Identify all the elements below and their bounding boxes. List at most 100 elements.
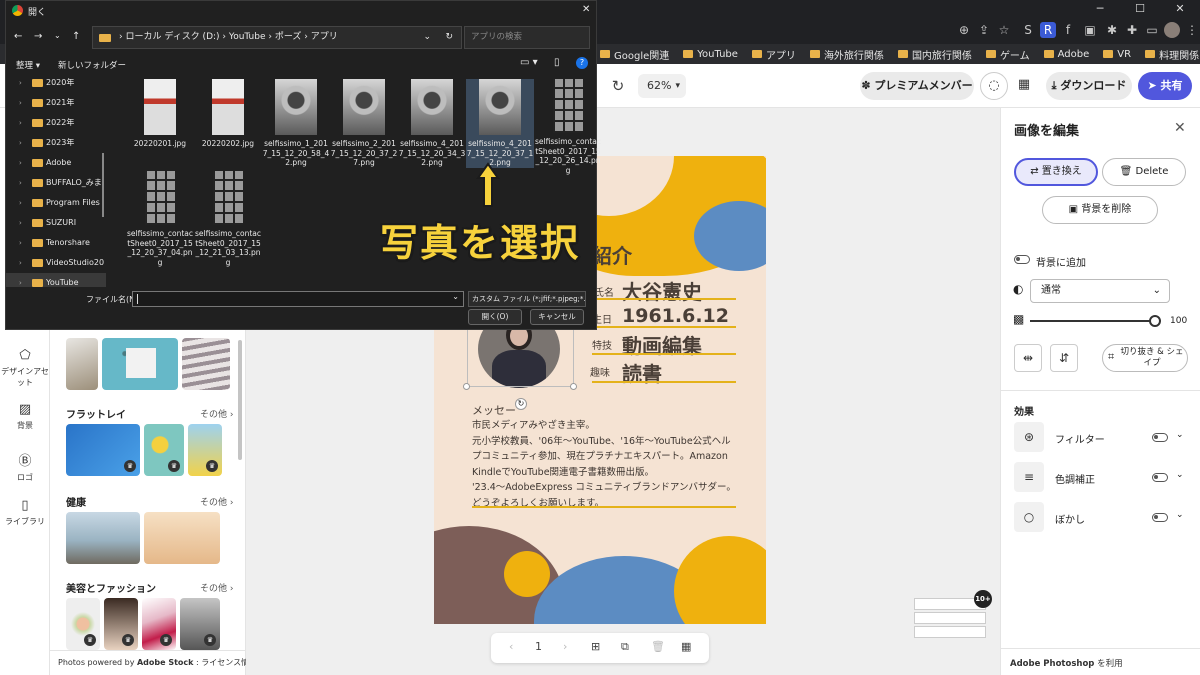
recent-dropdown-icon[interactable]: ⌄	[54, 31, 61, 40]
new-folder-button[interactable]: 新しいフォルダー	[58, 59, 126, 71]
asset-thumbnail[interactable]: ♛	[66, 598, 100, 650]
cancel-button[interactable]: キャンセル	[530, 309, 584, 325]
close-icon[interactable]: ✕	[1174, 120, 1186, 136]
tree-item[interactable]: › Tenorshare	[6, 233, 106, 253]
blend-mode-select[interactable]: 通常 ⌄	[1030, 279, 1170, 303]
tree-item[interactable]: › 2020年	[6, 73, 106, 93]
extension-s-icon[interactable]: S	[1020, 22, 1036, 38]
profile-avatar[interactable]	[1164, 22, 1180, 38]
tree-scrollbar[interactable]	[102, 153, 104, 217]
asset-thumbnail[interactable]: ♛	[180, 598, 220, 650]
tree-item-selected[interactable]: › YouTube	[6, 273, 106, 287]
extension-square-icon[interactable]: ▣	[1082, 22, 1098, 38]
breadcrumb-item[interactable]: YouTube	[229, 32, 266, 42]
breadcrumb-item[interactable]: アプリ	[311, 32, 338, 42]
premium-member-button[interactable]: ✽ プレミアムメンバー	[860, 72, 974, 100]
see-more-link[interactable]: その他 ›	[200, 581, 233, 594]
asset-thumbnail[interactable]: ♛	[66, 424, 140, 476]
forward-icon[interactable]: →	[34, 31, 42, 42]
panel-scrollbar[interactable]	[238, 340, 242, 460]
flip-horizontal-button[interactable]: ⇹	[1014, 344, 1042, 372]
asset-thumbnail[interactable]	[66, 338, 98, 390]
flip-vertical-button[interactable]: ⇵	[1050, 344, 1078, 372]
add-page-icon[interactable]: ⊞	[591, 640, 600, 653]
see-more-link[interactable]: その他 ›	[200, 407, 233, 420]
zoom-dropdown[interactable]: 62% ▾	[638, 74, 686, 98]
install-icon[interactable]: ⊕	[956, 22, 972, 38]
tree-item[interactable]: › 2021年	[6, 93, 106, 113]
open-button[interactable]: 開く(O)	[468, 309, 522, 325]
minimize-icon[interactable]: ─	[1080, 0, 1120, 18]
help-icon[interactable]: ?	[576, 57, 588, 69]
replace-button[interactable]: ⇄ 置き換え	[1014, 158, 1098, 186]
download-button[interactable]: ⤓ ダウンロード	[1046, 72, 1132, 100]
resize-handle[interactable]	[463, 383, 470, 390]
view-icon[interactable]: ▭ ▾	[520, 57, 538, 68]
file-item[interactable]: selfissimo_1_2017_15_12_20_58_42.png	[262, 79, 330, 168]
opacity-slider[interactable]	[1030, 320, 1154, 322]
remove-background-button[interactable]: ▣ 背景を削除	[1042, 196, 1158, 224]
selection-frame[interactable]	[467, 328, 574, 387]
ideas-bulb-button[interactable]: ◌	[980, 72, 1008, 100]
file-item-selected[interactable]: selfissimo_4_2017_15_12_20_37_12.png	[466, 79, 534, 168]
tree-item[interactable]: › VideoStudio20	[6, 253, 106, 273]
filetype-select[interactable]: カスタム ファイル (*;jfif;*.pjpeg;*.jp	[468, 291, 586, 307]
organize-menu[interactable]: 整理 ▾	[16, 59, 40, 71]
adjust-toggle[interactable]	[1152, 473, 1168, 482]
calendar-button[interactable]: ▦	[1010, 72, 1038, 100]
duplicate-page-icon[interactable]: ⧉	[621, 640, 629, 654]
extension-gear-icon[interactable]: ✱	[1104, 22, 1120, 38]
tree-item[interactable]: › Adobe	[6, 153, 106, 173]
tree-item[interactable]: › 2022年	[6, 113, 106, 133]
breadcrumb-item[interactable]: ローカル ディスク (D:)	[125, 32, 219, 42]
extension-f-icon[interactable]: f	[1060, 22, 1076, 38]
bookmark-item[interactable]: 国内旅行関係	[897, 47, 972, 62]
asset-thumbnail[interactable]	[144, 512, 220, 564]
rail-item-library[interactable]: ▯ ライブラリ	[0, 498, 50, 527]
file-item[interactable]: 20220202.jpg	[194, 79, 262, 149]
asset-thumbnail[interactable]: ♛	[144, 424, 184, 476]
asset-thumbnail[interactable]: ♛	[142, 598, 176, 650]
file-item[interactable]: 20220201.jpg	[126, 79, 194, 149]
preview-pane-icon[interactable]: ▯	[554, 57, 560, 68]
next-page-icon[interactable]: ›	[563, 640, 567, 653]
share-button[interactable]: ➤ 共有	[1138, 72, 1192, 100]
add-to-background-toggle[interactable]	[1014, 255, 1030, 264]
chevron-down-icon[interactable]: ⌄	[1176, 430, 1184, 440]
rotate-handle-icon[interactable]: ↻	[515, 398, 527, 410]
bookmark-item[interactable]: ゲーム	[985, 47, 1030, 62]
tree-item[interactable]: › Program Files	[6, 193, 106, 213]
rail-item-logo[interactable]: Ⓑ ロゴ	[0, 450, 50, 483]
bookmark-item[interactable]: アプリ	[751, 47, 796, 62]
bookmark-item[interactable]: Google関連	[600, 47, 669, 62]
close-window-icon[interactable]: ✕	[1160, 0, 1200, 18]
asset-thumbnail[interactable]: ♛	[188, 424, 222, 476]
sidepanel-icon[interactable]: ▭	[1144, 22, 1160, 38]
bookmark-item[interactable]: YouTube	[683, 49, 738, 60]
filter-toggle[interactable]	[1152, 433, 1168, 442]
opacity-slider-handle[interactable]	[1149, 315, 1161, 327]
chevron-down-icon[interactable]: ⌄	[452, 292, 459, 301]
tree-item[interactable]: › BUFFALO_みま	[6, 173, 106, 193]
extensions-puzzle-icon[interactable]: ✚	[1124, 22, 1140, 38]
chevron-down-icon[interactable]: ⌄	[423, 27, 431, 48]
bookmark-star-icon[interactable]: ☆	[996, 22, 1012, 38]
file-item[interactable]: selfissimo_2_2017_15_12_20_37_27.png	[330, 79, 398, 168]
bookmark-item[interactable]: 海外旅行関係	[809, 47, 884, 62]
file-item[interactable]: selfissimo_contactSheet0_2017_15_12_20_2…	[534, 79, 602, 175]
rail-item-background[interactable]: ▨ 背景	[0, 402, 50, 431]
blur-toggle[interactable]	[1152, 513, 1168, 522]
bookmark-item[interactable]: Adobe	[1043, 49, 1089, 60]
search-input[interactable]: アプリの検索	[464, 26, 590, 49]
close-icon[interactable]: ✕	[582, 4, 590, 15]
file-item[interactable]: selfissimo_contactSheet0_2017_15_12_20_3…	[126, 171, 194, 267]
up-icon[interactable]: ↑	[72, 31, 80, 42]
breadcrumb-item[interactable]: ポーズ	[275, 32, 302, 42]
asset-thumbnail[interactable]	[66, 512, 140, 564]
menu-kebab-icon[interactable]: ⋮	[1184, 22, 1200, 38]
path-bar[interactable]: › ローカル ディスク (D:) › YouTube › ポーズ › アプリ ⌄…	[92, 26, 462, 49]
share-page-icon[interactable]: ⇪	[976, 22, 992, 38]
asset-thumbnail[interactable]	[182, 338, 230, 390]
tree-item[interactable]: › 2023年	[6, 133, 106, 153]
chevron-down-icon[interactable]: ⌄	[1176, 470, 1184, 480]
